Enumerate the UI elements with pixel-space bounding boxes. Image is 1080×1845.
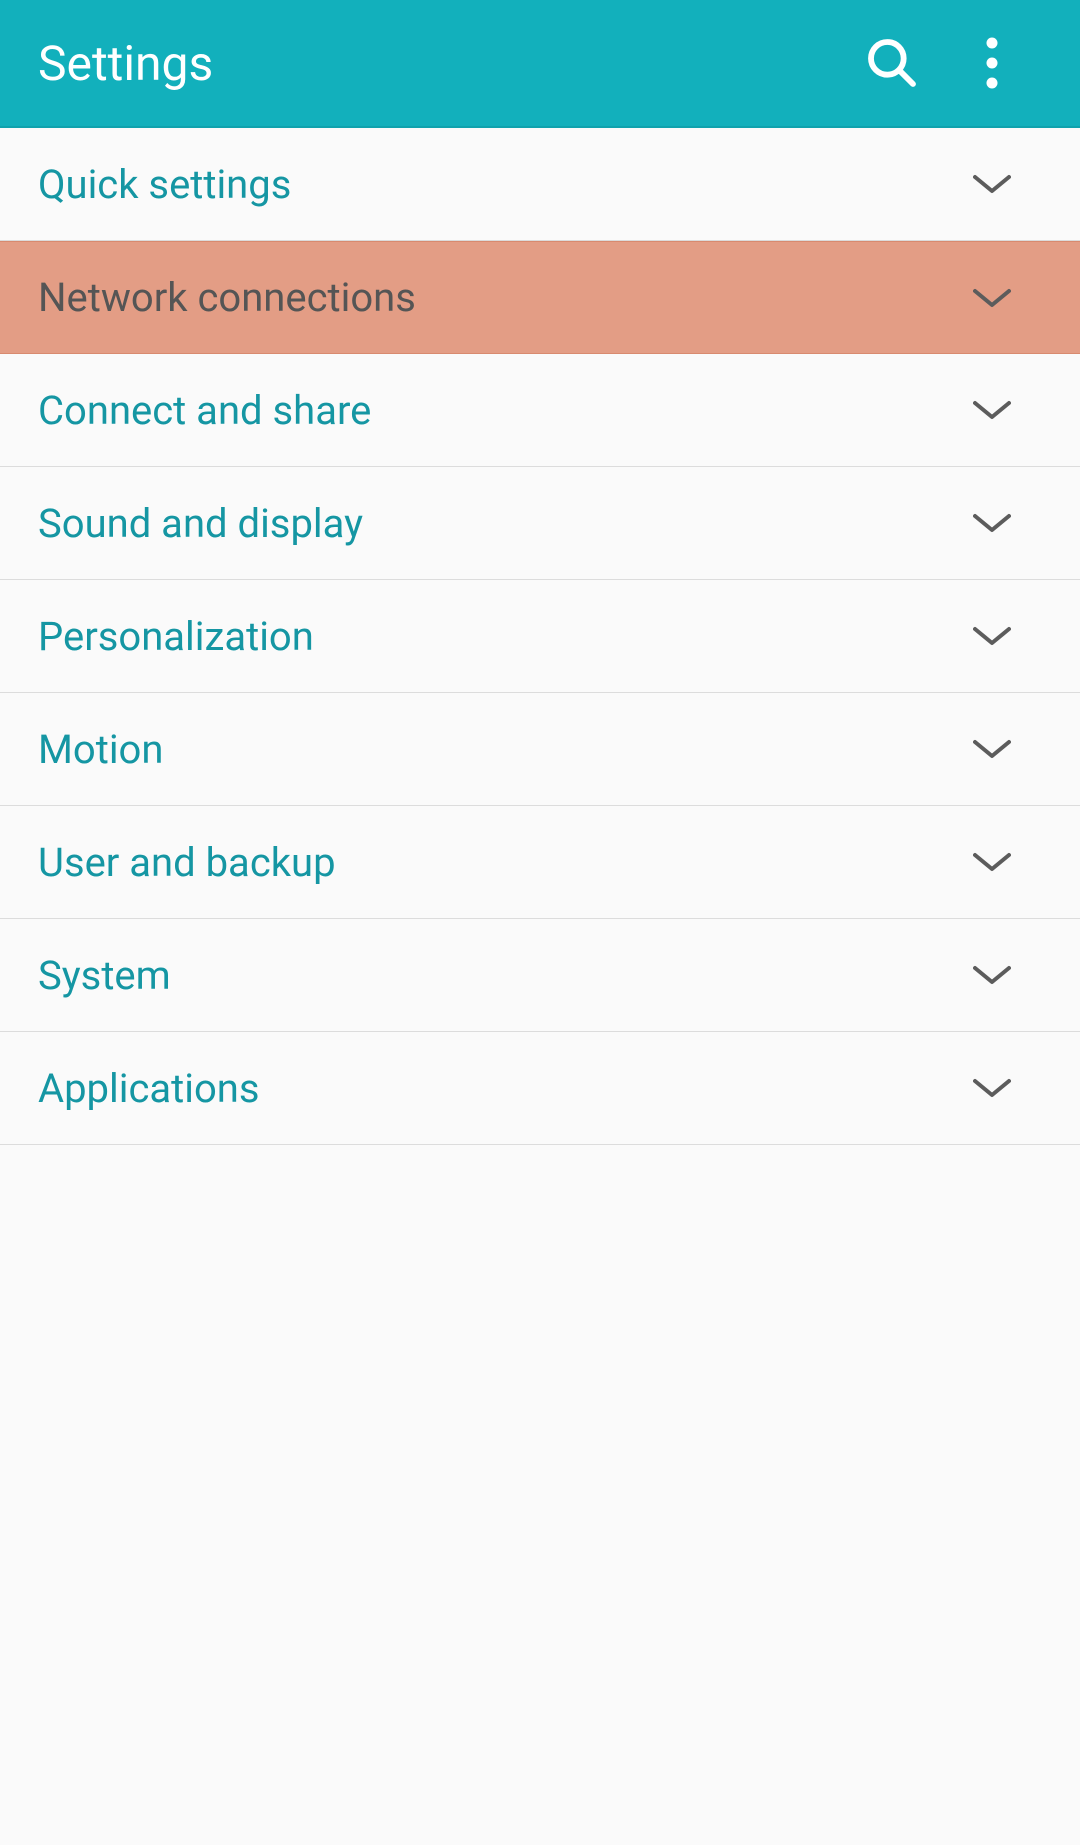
chevron-down-icon (973, 851, 1011, 873)
category-label: Quick settings (38, 161, 962, 208)
category-label: Personalization (38, 613, 962, 660)
category-label: Applications (38, 1065, 962, 1112)
expand-toggle[interactable] (962, 1077, 1042, 1099)
expand-toggle[interactable] (962, 851, 1042, 873)
category-label: System (38, 952, 962, 999)
chevron-down-icon (973, 738, 1011, 760)
expand-toggle[interactable] (962, 964, 1042, 986)
more-options-button[interactable] (942, 13, 1042, 113)
more-vertical-icon (986, 37, 998, 89)
settings-category-personalization[interactable]: Personalization (0, 580, 1080, 693)
chevron-down-icon (973, 512, 1011, 534)
settings-category-motion[interactable]: Motion (0, 693, 1080, 806)
settings-category-user-and-backup[interactable]: User and backup (0, 806, 1080, 919)
expand-toggle[interactable] (962, 738, 1042, 760)
settings-category-network-connections[interactable]: Network connections (0, 241, 1080, 354)
category-label: Network connections (38, 274, 962, 321)
chevron-down-icon (973, 964, 1011, 986)
expand-toggle[interactable] (962, 512, 1042, 534)
settings-category-list: Quick settings Network connections Conne… (0, 128, 1080, 1145)
settings-category-applications[interactable]: Applications (0, 1032, 1080, 1145)
category-label: Sound and display (38, 500, 962, 547)
expand-toggle[interactable] (962, 399, 1042, 421)
search-button[interactable] (842, 13, 942, 113)
chevron-down-icon (973, 287, 1011, 309)
category-label: Connect and share (38, 387, 962, 434)
settings-category-sound-and-display[interactable]: Sound and display (0, 467, 1080, 580)
chevron-down-icon (973, 1077, 1011, 1099)
settings-category-system[interactable]: System (0, 919, 1080, 1032)
chevron-down-icon (973, 625, 1011, 647)
app-bar: Settings (0, 0, 1080, 128)
chevron-down-icon (973, 399, 1011, 421)
page-title: Settings (38, 35, 842, 92)
category-label: Motion (38, 726, 962, 773)
expand-toggle[interactable] (962, 287, 1042, 309)
category-label: User and backup (38, 839, 962, 886)
expand-toggle[interactable] (962, 173, 1042, 195)
settings-category-connect-and-share[interactable]: Connect and share (0, 354, 1080, 467)
chevron-down-icon (973, 173, 1011, 195)
settings-category-quick-settings[interactable]: Quick settings (0, 128, 1080, 241)
expand-toggle[interactable] (962, 625, 1042, 647)
search-icon (864, 35, 920, 91)
